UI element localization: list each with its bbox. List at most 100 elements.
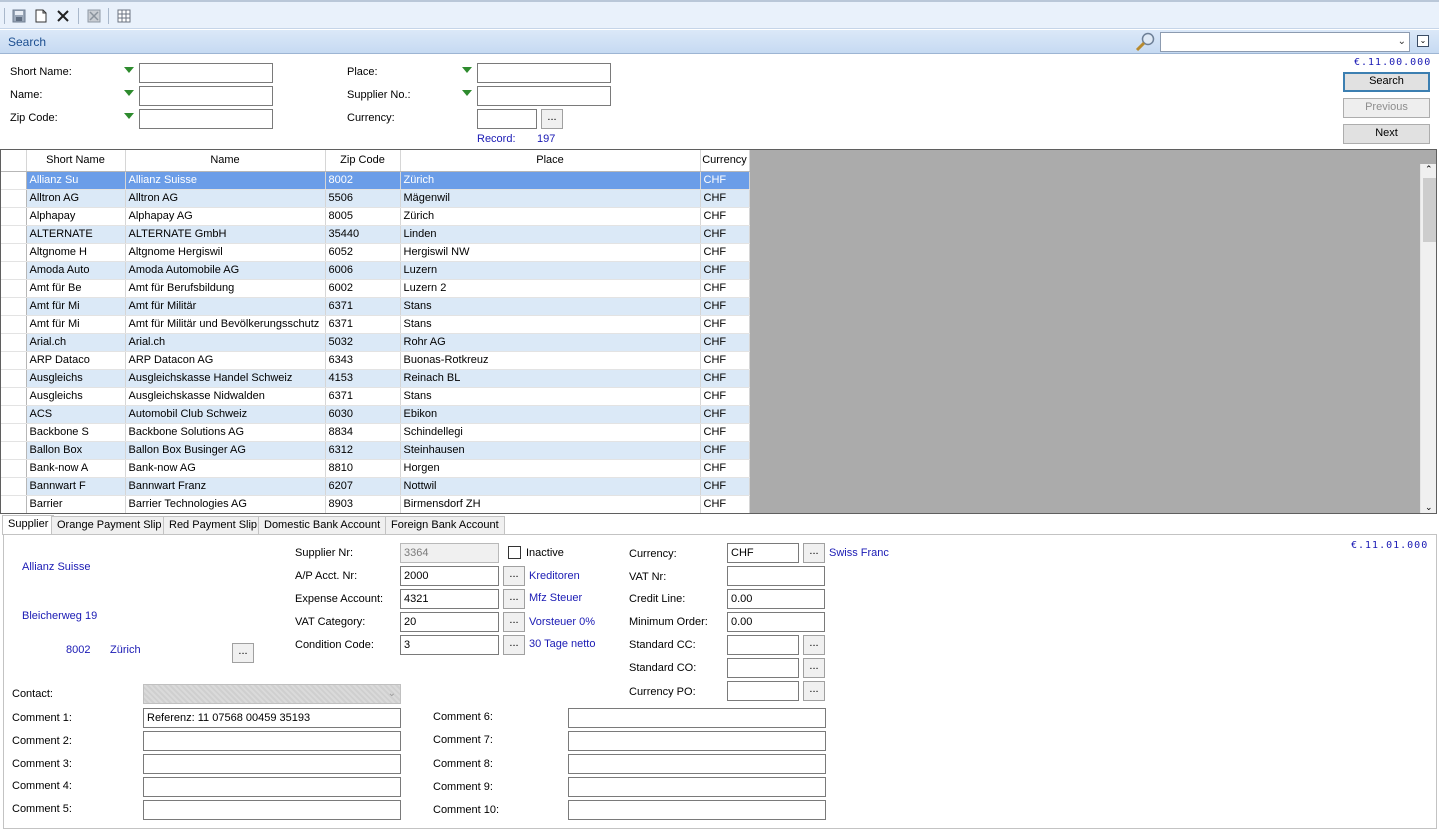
table-cell[interactable]: Ausgleichskasse Nidwalden	[125, 387, 326, 406]
table-cell[interactable]: Mägenwil	[400, 189, 701, 208]
table-row[interactable]: Amoda Auto Amoda Automobile AG 6006 Luzern C…	[1, 261, 750, 280]
address-edit-button[interactable]: ...	[232, 643, 254, 663]
current-row-arrow-icon[interactable]: ▶	[1, 171, 27, 190]
table-cell[interactable]: Ausgleichs	[26, 387, 126, 406]
table-cell[interactable]: 6343	[325, 351, 401, 370]
comment-input[interactable]	[568, 754, 826, 774]
table-cell[interactable]: Hergiswil NW	[400, 243, 701, 262]
column-header[interactable]: Zip Code	[325, 150, 401, 172]
table-cell[interactable]: Ausgleichskasse Handel Schweiz	[125, 369, 326, 388]
comment-input[interactable]	[143, 777, 401, 797]
search-combo[interactable]: ⌄	[1160, 32, 1410, 52]
table-row[interactable]: Arial.ch Arial.ch 5032 Rohr AG CHF	[1, 333, 750, 352]
zip-code-input[interactable]	[139, 109, 273, 129]
column-header[interactable]: Short Name	[26, 150, 126, 172]
table-row[interactable]: ALTERNATE ALTERNATE GmbH 35440 Linden CHF	[1, 225, 750, 244]
table-cell[interactable]: Backbone Solutions AG	[125, 423, 326, 442]
standard-cc-lookup-button[interactable]: ...	[803, 635, 825, 655]
table-cell[interactable]: Stans	[400, 315, 701, 334]
table-cell[interactable]: ALTERNATE GmbH	[125, 225, 326, 244]
new-document-icon[interactable]	[32, 7, 50, 25]
table-cell[interactable]: 6312	[325, 441, 401, 460]
table-cell[interactable]: CHF	[700, 369, 750, 388]
save-icon[interactable]	[10, 7, 28, 25]
table-cell[interactable]: 5506	[325, 189, 401, 208]
table-row[interactable]: Ausgleichs Ausgleichskasse Nidwalden 6371 S…	[1, 387, 750, 406]
table-cell[interactable]: ALTERNATE	[26, 225, 126, 244]
table-cell[interactable]: Amt für Militär	[125, 297, 326, 316]
table-cell[interactable]: Altgnome H	[26, 243, 126, 262]
table-row[interactable]: ARP Dataco ARP Datacon AG 6343 Buonas-Rotkr…	[1, 351, 750, 370]
table-cell[interactable]: Reinach BL	[400, 369, 701, 388]
table-cell[interactable]: Amt für Militär und Bevölkerungsschutz	[125, 315, 326, 334]
filter-arrow-icon[interactable]	[124, 67, 134, 73]
comment-input[interactable]: Referenz: 11 07568 00459 35193	[143, 708, 401, 728]
credit-line-input[interactable]: 0.00	[727, 589, 825, 609]
search-button[interactable]: Search	[1343, 72, 1430, 92]
table-cell[interactable]: Amt für Mi	[26, 315, 126, 334]
table-cell[interactable]: Birmensdorf ZH	[400, 495, 701, 513]
table-cell[interactable]: Zürich	[400, 207, 701, 226]
standard-co-lookup-button[interactable]: ...	[803, 658, 825, 678]
vat-nr-input[interactable]	[727, 566, 825, 586]
table-row[interactable]: Barrier Barrier Technologies AG 8903 Birmen…	[1, 495, 750, 513]
comment-input[interactable]	[568, 800, 826, 820]
table-cell[interactable]: Ebikon	[400, 405, 701, 424]
table-cell[interactable]: Amt für Mi	[26, 297, 126, 316]
table-cell[interactable]: 6052	[325, 243, 401, 262]
table-cell[interactable]: Arial.ch	[26, 333, 126, 352]
table-cell[interactable]: CHF	[700, 477, 750, 496]
table-row[interactable]: Amt für Be Amt für Berufsbildung 6002 Luzer…	[1, 279, 750, 298]
minimum-order-input[interactable]: 0.00	[727, 612, 825, 632]
comment-input[interactable]	[143, 731, 401, 751]
table-row[interactable]: Ausgleichs Ausgleichskasse Handel Schweiz…	[1, 369, 750, 388]
filter-arrow-icon[interactable]	[462, 90, 472, 96]
row-header[interactable]	[1, 279, 27, 298]
table-cell[interactable]: Amt für Be	[26, 279, 126, 298]
table-cell[interactable]: CHF	[700, 207, 750, 226]
table-cell[interactable]: Allianz Su	[26, 171, 126, 190]
table-cell[interactable]: Automobil Club Schweiz	[125, 405, 326, 424]
row-header[interactable]	[1, 441, 27, 460]
table-cell[interactable]: Arial.ch	[125, 333, 326, 352]
grid-icon[interactable]	[115, 7, 133, 25]
scroll-up-icon[interactable]: ⌃	[1425, 164, 1433, 175]
currency-lookup-button[interactable]: ...	[541, 109, 563, 129]
table-cell[interactable]: Schindellegi	[400, 423, 701, 442]
table-cell[interactable]: Rohr AG	[400, 333, 701, 352]
table-cell[interactable]: 8002	[325, 171, 401, 190]
condition-code-lookup-button[interactable]: ...	[503, 635, 525, 655]
table-cell[interactable]: Alphapay	[26, 207, 126, 226]
table-cell[interactable]: Backbone S	[26, 423, 126, 442]
table-cell[interactable]: Amt für Berufsbildung	[125, 279, 326, 298]
row-header[interactable]	[1, 333, 27, 352]
cancel-icon[interactable]	[85, 7, 103, 25]
table-cell[interactable]: CHF	[700, 297, 750, 316]
table-cell[interactable]: ARP Dataco	[26, 351, 126, 370]
table-row[interactable]: Altgnome H Altgnome Hergiswil 6052 Hergiswi…	[1, 243, 750, 262]
standard-cc-input[interactable]	[727, 635, 799, 655]
contact-select[interactable]: ⌄	[143, 684, 401, 704]
row-header[interactable]	[1, 189, 27, 208]
table-cell[interactable]: CHF	[700, 423, 750, 442]
comment-input[interactable]	[568, 777, 826, 797]
comment-input[interactable]	[568, 708, 826, 728]
table-cell[interactable]: CHF	[700, 315, 750, 334]
row-header[interactable]	[1, 243, 27, 262]
grid-vertical-scrollbar[interactable]: ⌃ ⌄	[1420, 164, 1436, 513]
table-cell[interactable]: CHF	[700, 441, 750, 460]
next-button[interactable]: Next	[1343, 124, 1430, 144]
row-header[interactable]	[1, 477, 27, 496]
table-cell[interactable]: 6371	[325, 387, 401, 406]
table-cell[interactable]: CHF	[700, 351, 750, 370]
table-cell[interactable]: CHF	[700, 459, 750, 478]
tab-red-payment-slip[interactable]: Red Payment Slip	[163, 516, 264, 535]
detail-currency-input[interactable]: CHF	[727, 543, 799, 563]
table-cell[interactable]: CHF	[700, 243, 750, 262]
currency-input[interactable]	[477, 109, 537, 129]
column-header[interactable]: Place	[400, 150, 701, 172]
table-cell[interactable]: CHF	[700, 189, 750, 208]
delete-icon[interactable]	[54, 7, 72, 25]
table-cell[interactable]: CHF	[700, 171, 750, 190]
table-cell[interactable]: Horgen	[400, 459, 701, 478]
